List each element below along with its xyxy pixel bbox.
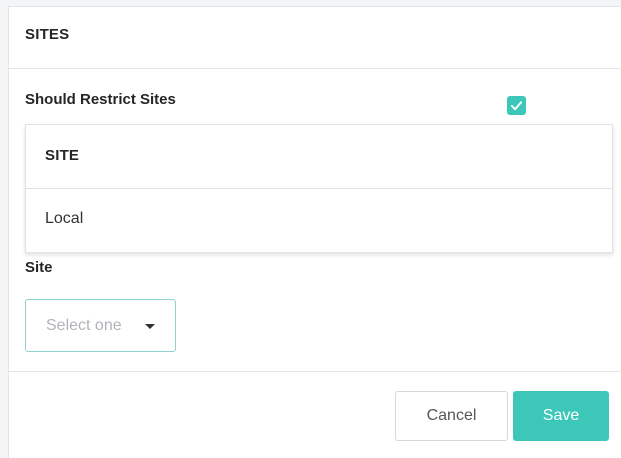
table-cell-site: Local [45,210,84,227]
sites-table: SITE Local [25,124,613,253]
footer-divider [9,371,621,372]
restrict-sites-label: Should Restrict Sites [25,91,176,108]
sites-panel: SITES Should Restrict Sites SITE Local S… [8,6,621,458]
site-select[interactable]: Select one [25,299,176,352]
restrict-sites-checkbox[interactable] [507,96,526,115]
table-row[interactable]: Local [26,189,612,253]
site-field-label: Site [25,259,53,276]
save-button[interactable]: Save [513,391,609,441]
cancel-button[interactable]: Cancel [395,391,508,441]
panel-header: SITES [9,7,621,69]
site-select-placeholder: Select one [46,317,122,334]
column-header-site: SITE [45,147,80,164]
panel-title: SITES [25,26,70,43]
table-header: SITE [26,125,612,189]
checkmark-icon [510,101,523,111]
caret-down-icon [145,324,155,329]
